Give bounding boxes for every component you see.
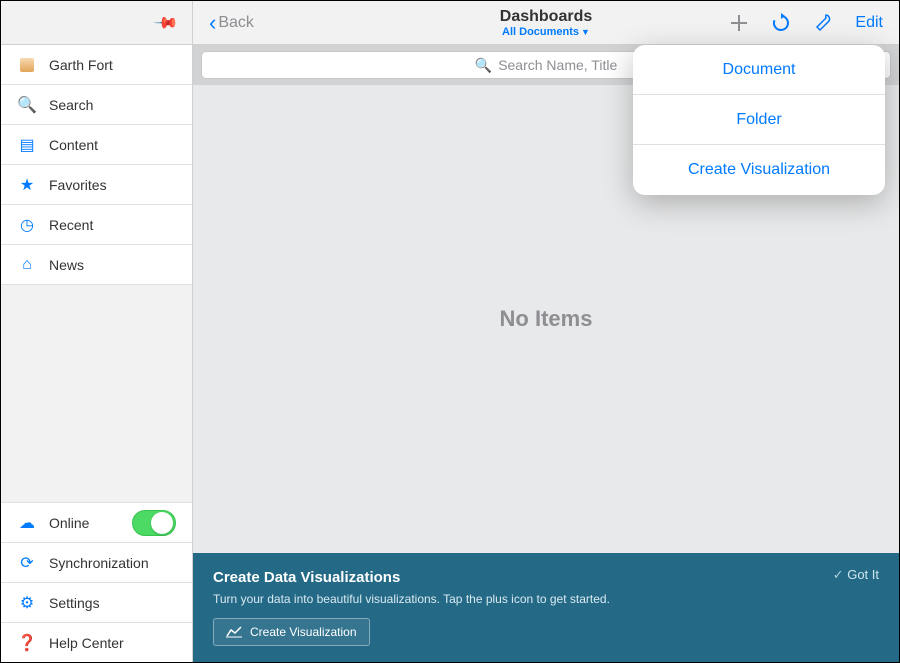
empty-state-label: No Items (500, 306, 593, 332)
popover-item-folder[interactable]: Folder (633, 95, 885, 145)
search-icon: 🔍 (17, 95, 37, 115)
home-icon: ⌂ (17, 256, 37, 274)
gear-icon: ⚙ (17, 593, 37, 613)
help-icon: ❓ (17, 633, 37, 653)
sidebar: 📌 Garth Fort 🔍 Search ▤ Content ★ Favori… (1, 1, 193, 662)
sidebar-item-label: Content (49, 137, 98, 153)
sidebar-item-label: Help Center (49, 635, 124, 651)
topbar: ‹ Back Dashboards All Documents▼ (193, 1, 899, 45)
plus-icon (729, 13, 749, 33)
sidebar-item-label: Favorites (49, 177, 107, 193)
chart-icon (226, 626, 242, 638)
popover-item-create-visualization[interactable]: Create Visualization (633, 145, 885, 195)
cloud-icon: ☁ (17, 513, 37, 533)
sidebar-user-label: Garth Fort (49, 57, 113, 73)
sidebar-item-help[interactable]: ❓ Help Center (1, 622, 192, 662)
subtitle-text: All Documents (502, 26, 579, 38)
main: ‹ Back Dashboards All Documents▼ (193, 1, 899, 662)
sidebar-item-label: Synchronization (49, 555, 149, 571)
toolbar-actions: Edit (729, 13, 883, 33)
sidebar-header: 📌 (1, 1, 192, 45)
banner-body: Turn your data into beautiful visualizat… (213, 592, 879, 606)
sidebar-item-label: Search (49, 97, 93, 113)
content-icon: ▤ (17, 135, 37, 155)
sidebar-item-favorites[interactable]: ★ Favorites (1, 165, 192, 205)
add-popover: Document Folder Create Visualization (633, 45, 885, 195)
gotit-button[interactable]: Got It (833, 567, 879, 583)
sidebar-item-news[interactable]: ⌂ News (1, 245, 192, 285)
sidebar-item-label: Online (49, 515, 89, 531)
chevron-down-icon: ▼ (581, 27, 590, 37)
create-visualization-button[interactable]: Create Visualization (213, 618, 370, 646)
back-label: Back (218, 14, 254, 32)
page-subtitle: All Documents▼ (500, 26, 592, 38)
online-toggle[interactable] (132, 510, 176, 536)
sidebar-item-label: Recent (49, 217, 93, 233)
sidebar-item-recent[interactable]: ◷ Recent (1, 205, 192, 245)
page-title: Dashboards (500, 8, 592, 26)
refresh-button[interactable] (771, 13, 791, 33)
sidebar-item-sync[interactable]: ⟳ Synchronization (1, 542, 192, 582)
sidebar-item-search[interactable]: 🔍 Search (1, 85, 192, 125)
sidebar-item-settings[interactable]: ⚙ Settings (1, 582, 192, 622)
star-icon: ★ (17, 175, 37, 195)
back-button[interactable]: ‹ Back (209, 12, 254, 34)
sidebar-item-label: Settings (49, 595, 100, 611)
chevron-left-icon: ‹ (209, 12, 216, 34)
pin-icon[interactable]: 📌 (152, 8, 180, 36)
sidebar-item-user[interactable]: Garth Fort (1, 45, 192, 85)
search-placeholder: Search Name, Title (498, 57, 617, 73)
sidebar-spacer (1, 285, 192, 502)
sidebar-item-content[interactable]: ▤ Content (1, 125, 192, 165)
create-visualization-label: Create Visualization (250, 625, 357, 639)
edit-button[interactable]: Edit (855, 14, 883, 32)
clock-icon: ◷ (17, 215, 37, 235)
add-button[interactable] (729, 13, 749, 33)
sync-icon: ⟳ (17, 553, 37, 573)
refresh-icon (771, 13, 791, 33)
sidebar-item-online[interactable]: ☁ Online (1, 502, 192, 542)
tool-button[interactable] (813, 13, 833, 33)
user-icon (17, 58, 37, 72)
search-icon: 🔍 (475, 57, 492, 74)
popover-item-document[interactable]: Document (633, 45, 885, 95)
banner-title: Create Data Visualizations (213, 569, 879, 586)
wrench-icon (813, 13, 833, 33)
sidebar-item-label: News (49, 257, 84, 273)
title-block[interactable]: Dashboards All Documents▼ (500, 8, 592, 38)
tip-banner: Create Data Visualizations Turn your dat… (193, 553, 899, 662)
